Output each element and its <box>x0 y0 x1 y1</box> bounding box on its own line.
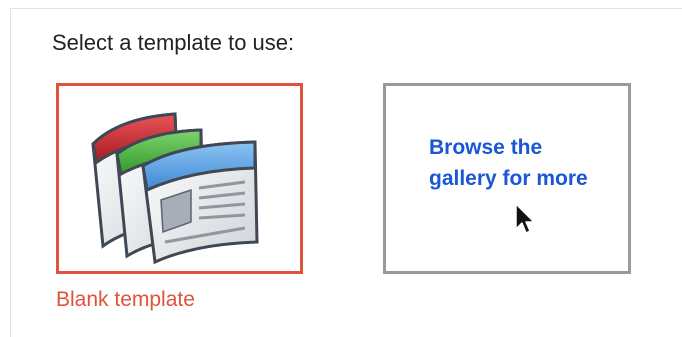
arrow-cursor-icon <box>515 203 535 234</box>
browse-gallery-link[interactable]: Browse the gallery for more <box>429 132 599 194</box>
top-divider <box>10 8 682 9</box>
left-divider <box>10 8 11 337</box>
stacked-pages-icon <box>91 112 259 265</box>
blank-template-label[interactable]: Blank template <box>56 288 195 312</box>
blank-template-tile[interactable] <box>56 83 303 274</box>
gallery-tile[interactable]: Browse the gallery for more <box>383 83 631 274</box>
template-prompt: Select a template to use: <box>52 30 295 55</box>
template-chooser: Select a template to use: Browse the gal… <box>0 0 682 337</box>
